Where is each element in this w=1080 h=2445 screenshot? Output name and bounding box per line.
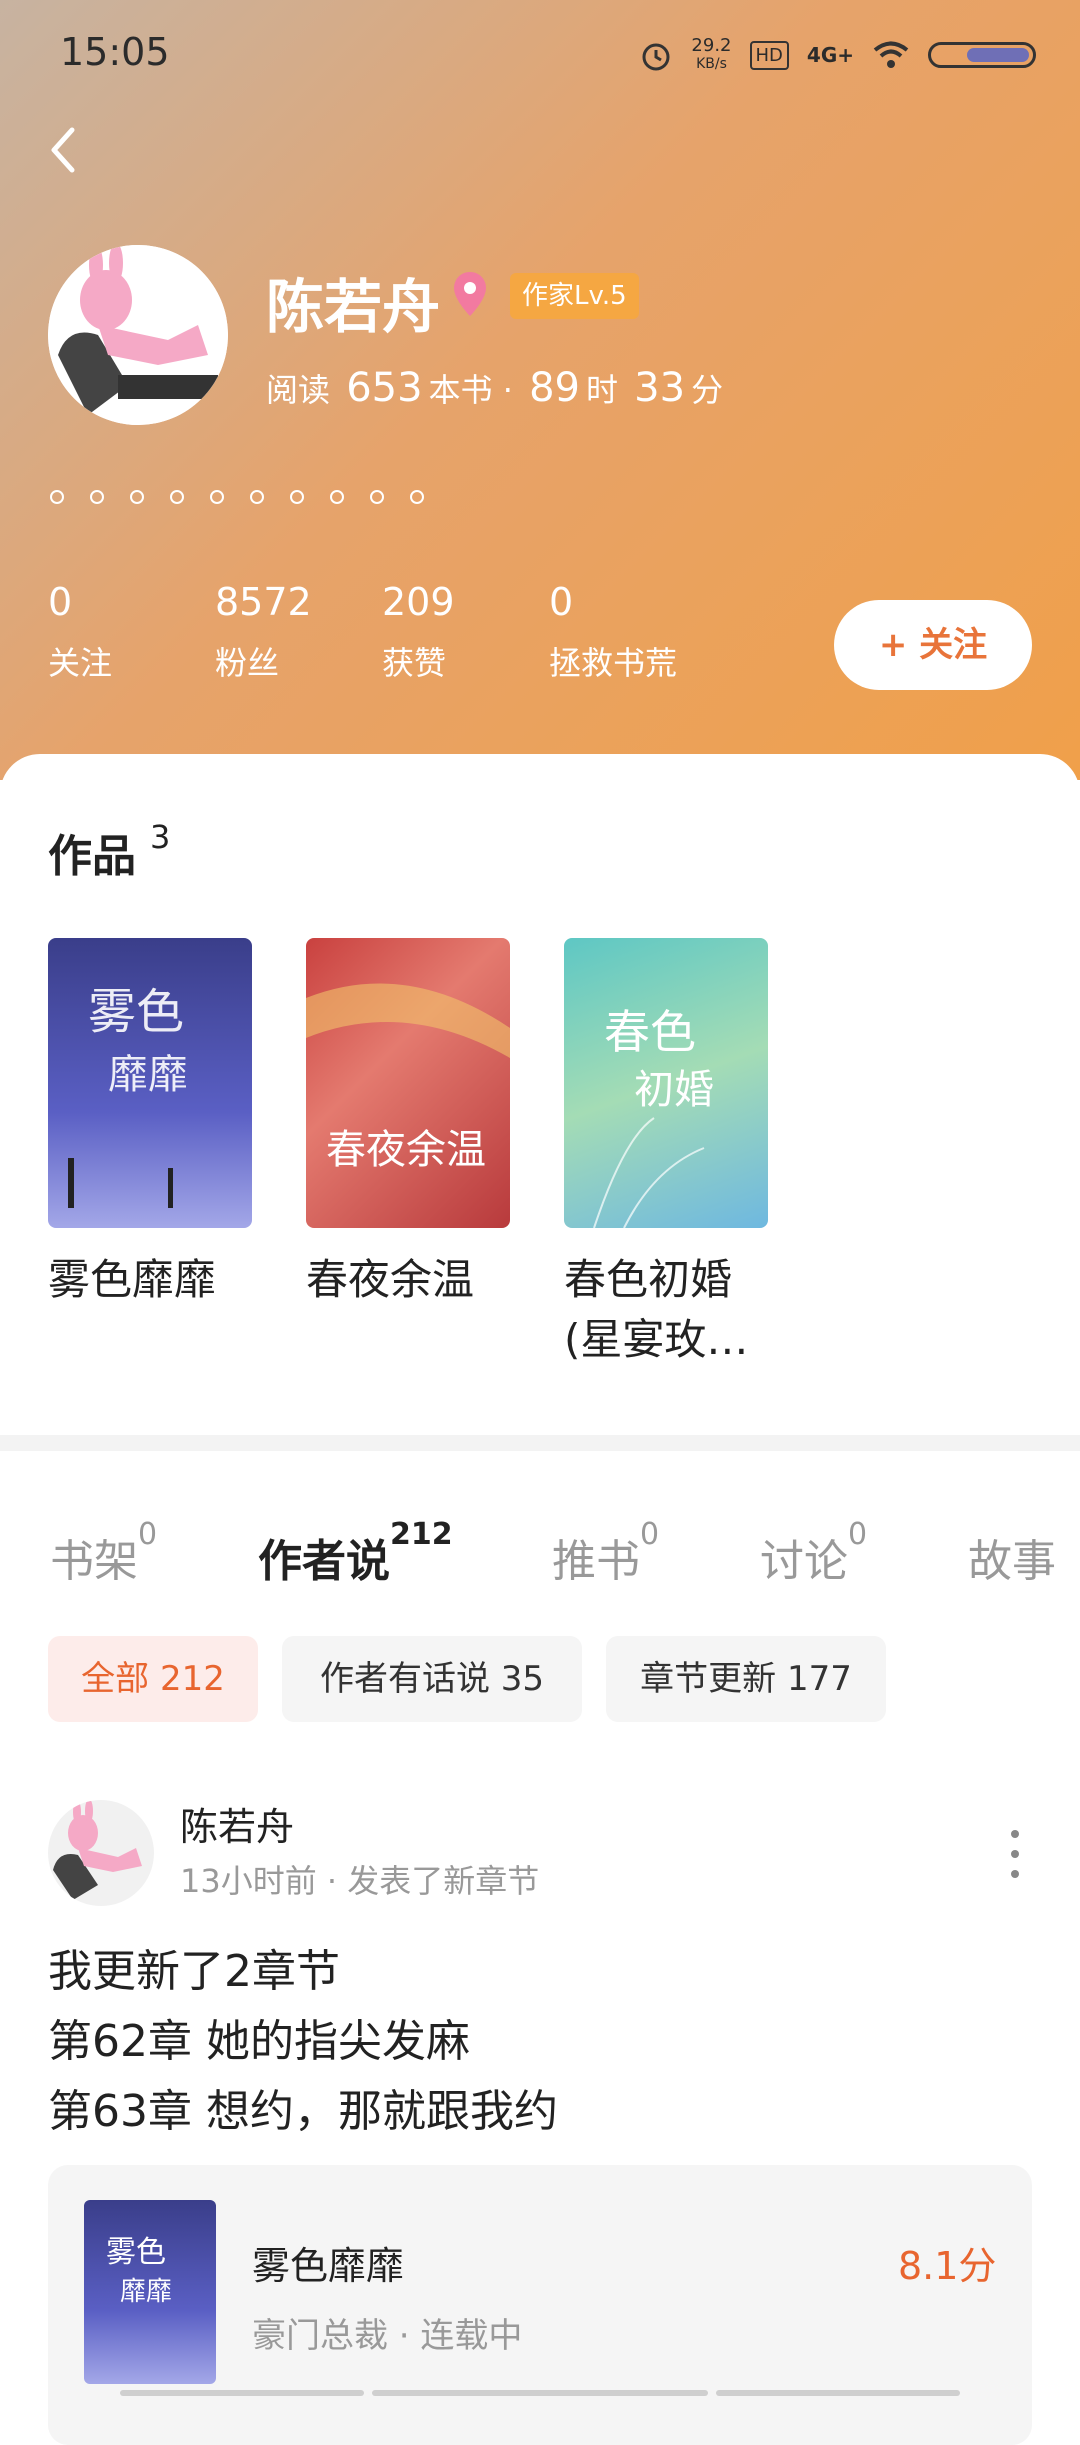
section-divider [0,1435,1080,1451]
avatar[interactable] [48,245,228,425]
hd-icon: HD [749,40,789,70]
book-title-3[interactable]: 春色初婚(星宴玫… [564,1250,784,1370]
post-text-line: 第62章 她的指尖发麻 [48,2016,470,2067]
writer-level-badge: 作家Lv.5 [510,273,639,319]
stat-fans[interactable]: 8572 粉丝 [215,580,312,684]
svg-text:靡靡: 靡靡 [108,1052,188,1098]
filter-chapter-update[interactable]: 章节更新 177 [606,1636,886,1722]
works-count: 3 [150,818,171,856]
back-arrow-icon [51,127,75,173]
svg-text:春夜余温: 春夜余温 [326,1127,486,1173]
scroll-indicator [372,2390,708,2396]
scroll-indicator [120,2390,364,2396]
tab-story[interactable]: 故事 [968,1525,1058,1589]
book-cover-2[interactable]: 春夜余温 [306,938,510,1228]
linked-book-title: 雾色靡靡 [252,2244,405,2288]
stat-rescue[interactable]: 0 拯救书荒 [549,580,677,684]
filter-author-note[interactable]: 作者有话说 35 [282,1636,582,1722]
svg-text:初婚: 初婚 [634,1067,714,1113]
linked-book-score: 8.1分 [898,2244,997,2288]
tab-author-says[interactable]: 作者说212 [258,1517,453,1589]
reading-stats: 阅读 653 本书 · 89 时 33 分 [266,365,724,411]
filter-all[interactable]: 全部 212 [48,1636,258,1722]
book-cover-3[interactable]: 春色 初婚 [564,938,768,1228]
follow-button[interactable]: + 关注 [834,600,1032,690]
tab-discuss[interactable]: 讨论0 [760,1517,867,1589]
svg-text:雾色: 雾色 [88,984,184,1040]
book-title-1[interactable]: 雾色靡靡 [48,1250,268,1310]
tab-bookshelf[interactable]: 书架0 [50,1517,157,1589]
post-meta: 13小时前 · 发表了新章节 [180,1862,540,1900]
post-text-line: 第63章 想约，那就跟我约 [48,2086,558,2137]
post-text-line: 我更新了2章节 [48,1946,340,1997]
battery-icon [928,42,1036,68]
works-title: 作品 [48,831,136,882]
signal-icon: 4G+ [806,43,854,67]
scroll-indicator [716,2390,960,2396]
post-author-name[interactable]: 陈若舟 [180,1796,294,1851]
back-button[interactable] [40,120,90,180]
linked-book-cover: 雾色 靡靡 [84,2200,216,2384]
profile-name: 陈若舟 [266,273,441,341]
status-bar: 15:05 29.2 KB/s HD 4G+ [0,0,1080,100]
stat-likes[interactable]: 209 获赞 [382,580,455,684]
svg-text:春色: 春色 [604,1005,696,1059]
status-icons: 29.2 KB/s HD 4G+ [639,30,1036,80]
wifi-icon [873,41,909,68]
post-avatar[interactable] [48,1800,154,1906]
book-title-2[interactable]: 春夜余温 [306,1250,526,1310]
stat-following[interactable]: 0 关注 [48,580,112,684]
more-options-icon[interactable] [1000,1826,1030,1882]
status-time: 15:05 [60,30,170,74]
svg-text:靡靡: 靡靡 [120,2277,172,2307]
svg-text:雾色: 雾色 [106,2235,166,2270]
alarm-icon [642,43,670,71]
tab-recommend[interactable]: 推书0 [552,1517,659,1589]
bio-placeholder [50,490,424,504]
net-speed: 29.2 KB/s [691,35,732,73]
tab-bar: 书架0 作者说212 推书0 讨论0 故事 [0,1517,1080,1595]
book-cover-1[interactable]: 雾色 靡靡 [48,938,252,1228]
location-pin-icon [454,272,486,316]
linked-book-meta: 豪门总裁 · 连载中 [252,2316,523,2356]
